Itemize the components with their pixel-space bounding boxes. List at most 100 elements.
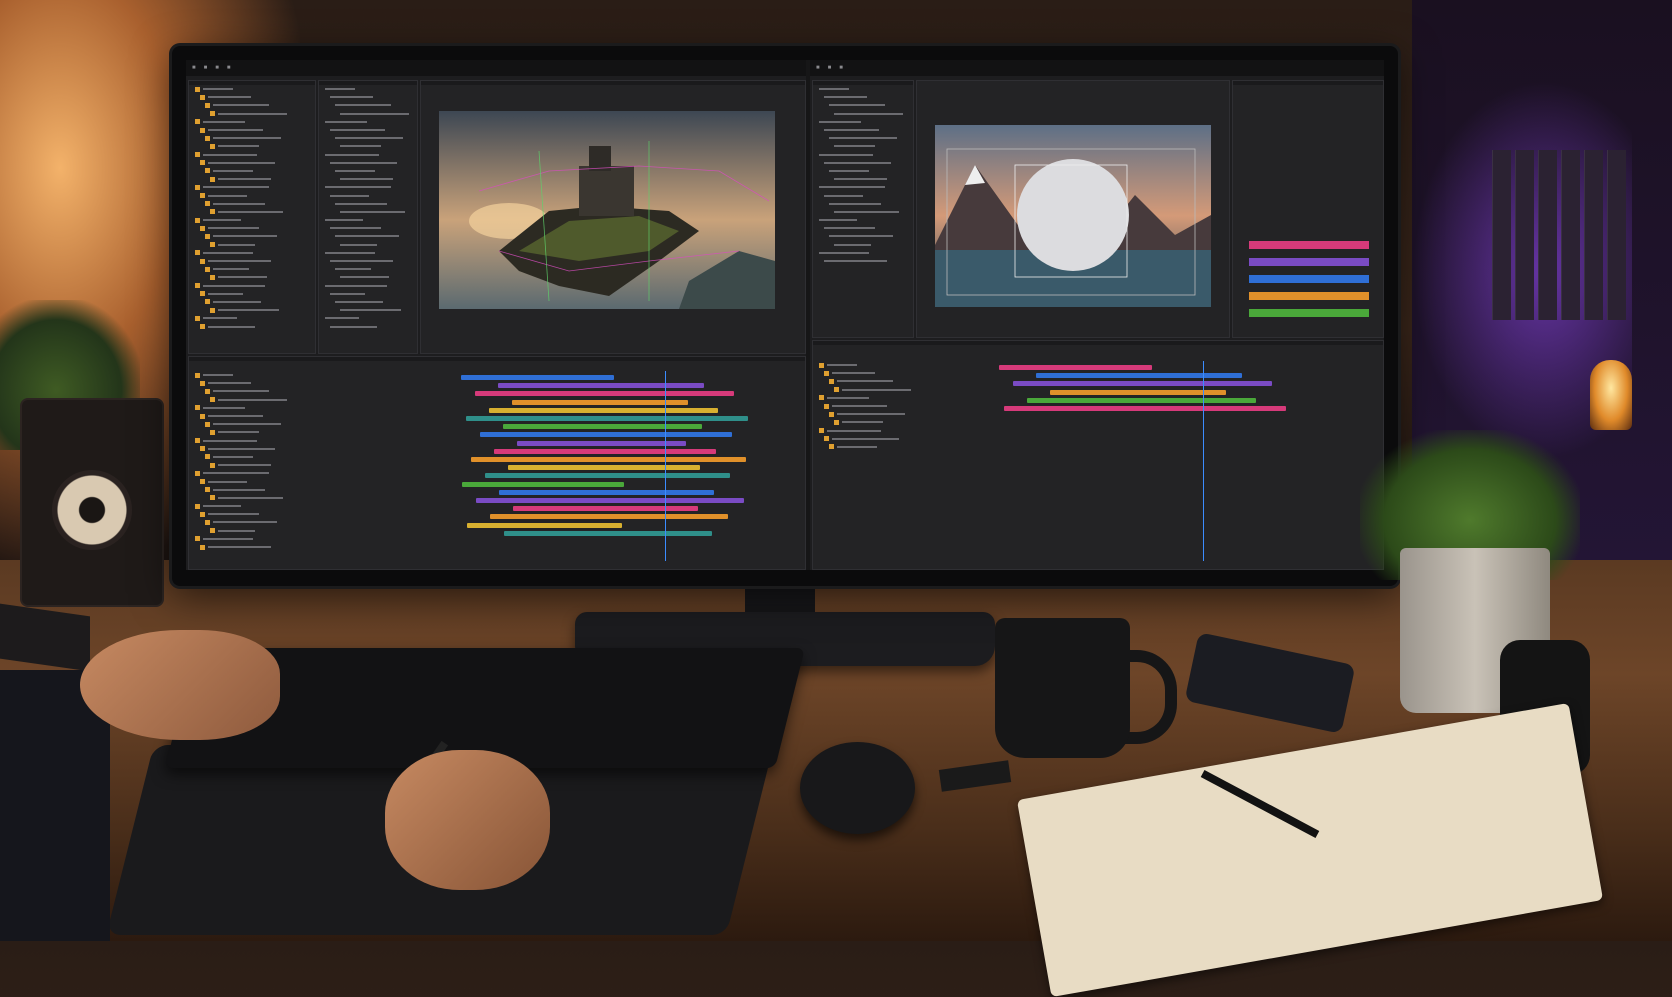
- tree-row[interactable]: [189, 445, 455, 453]
- playhead[interactable]: [665, 371, 666, 561]
- tree-row[interactable]: [189, 314, 315, 322]
- tree-row[interactable]: [189, 477, 455, 485]
- tree-row[interactable]: [189, 167, 315, 175]
- tree-row[interactable]: [189, 428, 455, 436]
- tree-row[interactable]: [189, 535, 455, 543]
- tree-row[interactable]: [189, 159, 315, 167]
- tree-row[interactable]: [813, 208, 913, 216]
- tree-row[interactable]: [189, 404, 455, 412]
- timeline-clip[interactable]: [508, 465, 700, 471]
- color-swatch-bar[interactable]: [1249, 292, 1369, 300]
- timeline-clip[interactable]: [494, 448, 716, 454]
- tree-row[interactable]: [319, 290, 417, 298]
- tree-row[interactable]: [813, 377, 993, 385]
- tree-row[interactable]: [813, 402, 993, 410]
- tree-row[interactable]: [189, 142, 315, 150]
- color-swatch-bar[interactable]: [1249, 309, 1369, 317]
- color-swatch-bar[interactable]: [1249, 258, 1369, 266]
- timeline-clip[interactable]: [1013, 381, 1272, 387]
- tree-row[interactable]: [189, 175, 315, 183]
- tree-row[interactable]: [319, 191, 417, 199]
- timeline-clip[interactable]: [504, 530, 712, 536]
- tree-row[interactable]: [189, 371, 455, 379]
- timeline-clip[interactable]: [485, 473, 730, 479]
- timeline-clip[interactable]: [480, 432, 732, 438]
- tree-row[interactable]: [813, 418, 993, 426]
- tree-row[interactable]: [813, 110, 913, 118]
- tree-row[interactable]: [189, 290, 315, 298]
- tree-row[interactable]: [813, 427, 993, 435]
- timeline-clip[interactable]: [475, 391, 734, 397]
- tree-row[interactable]: [319, 101, 417, 109]
- tree-row[interactable]: [813, 361, 993, 369]
- tree-row[interactable]: [189, 510, 455, 518]
- tree-row[interactable]: [189, 265, 315, 273]
- tree-row[interactable]: [189, 469, 455, 477]
- timeline-clip[interactable]: [1027, 397, 1256, 403]
- tree-row[interactable]: [189, 494, 455, 502]
- tree-row[interactable]: [813, 191, 913, 199]
- tree-row[interactable]: [813, 386, 993, 394]
- tree-row[interactable]: [813, 443, 993, 451]
- tree-row[interactable]: [189, 486, 455, 494]
- tree-row[interactable]: [189, 110, 315, 118]
- tree-row[interactable]: [189, 298, 315, 306]
- timeline-clip[interactable]: [461, 375, 614, 380]
- timeline-clip[interactable]: [476, 498, 744, 503]
- tree-row[interactable]: [189, 527, 455, 535]
- timeline-clip[interactable]: [471, 457, 746, 462]
- tree-row[interactable]: [319, 257, 417, 265]
- tree-row[interactable]: [813, 175, 913, 183]
- menu-item[interactable]: ■: [204, 65, 208, 71]
- tree-row[interactable]: [813, 200, 913, 208]
- tree-row[interactable]: [319, 134, 417, 142]
- tree-row[interactable]: [813, 118, 913, 126]
- timeline-clip[interactable]: [517, 440, 686, 446]
- tree-row[interactable]: [319, 273, 417, 281]
- tree-row[interactable]: [319, 232, 417, 240]
- tree-row[interactable]: [813, 249, 913, 257]
- timeline-clip[interactable]: [499, 489, 714, 495]
- tree-row[interactable]: [189, 126, 315, 134]
- tree-row[interactable]: [319, 126, 417, 134]
- tree-row[interactable]: [189, 151, 315, 159]
- tree-row[interactable]: [189, 502, 455, 510]
- tree-row[interactable]: [189, 273, 315, 281]
- tree-row[interactable]: [813, 224, 913, 232]
- timeline-clip[interactable]: [512, 399, 688, 405]
- viewer-canvas[interactable]: [935, 125, 1211, 307]
- timeline-clip[interactable]: [498, 383, 704, 389]
- tree-row[interactable]: [189, 518, 455, 526]
- tree-row[interactable]: [189, 183, 315, 191]
- timeline-clip[interactable]: [999, 365, 1152, 370]
- viewer-canvas[interactable]: [439, 111, 775, 309]
- tree-row[interactable]: [319, 282, 417, 290]
- tree-row[interactable]: [189, 232, 315, 240]
- tree-row[interactable]: [189, 437, 455, 445]
- tree-row[interactable]: [189, 200, 315, 208]
- tree-row[interactable]: [189, 322, 315, 330]
- color-swatch-bar[interactable]: [1249, 275, 1369, 283]
- tree-row[interactable]: [189, 420, 455, 428]
- tree-row[interactable]: [813, 183, 913, 191]
- tree-row[interactable]: [189, 241, 315, 249]
- timeline-clip[interactable]: [1050, 389, 1226, 395]
- tree-row[interactable]: [813, 167, 913, 175]
- tree-row[interactable]: [189, 306, 315, 314]
- tree-row[interactable]: [813, 435, 993, 443]
- tree-row[interactable]: [319, 249, 417, 257]
- tree-row[interactable]: [319, 314, 417, 322]
- tree-row[interactable]: [189, 101, 315, 109]
- tree-row[interactable]: [319, 183, 417, 191]
- tree-row[interactable]: [319, 322, 417, 330]
- tree-row[interactable]: [813, 101, 913, 109]
- tree-row[interactable]: [189, 93, 315, 101]
- tree-row[interactable]: [319, 93, 417, 101]
- tree-row[interactable]: [319, 265, 417, 273]
- tree-row[interactable]: [813, 216, 913, 224]
- tree-row[interactable]: [813, 232, 913, 240]
- timeline-clip[interactable]: [466, 416, 748, 421]
- tree-row[interactable]: [189, 134, 315, 142]
- tree-row[interactable]: [189, 85, 315, 93]
- tree-row[interactable]: [319, 208, 417, 216]
